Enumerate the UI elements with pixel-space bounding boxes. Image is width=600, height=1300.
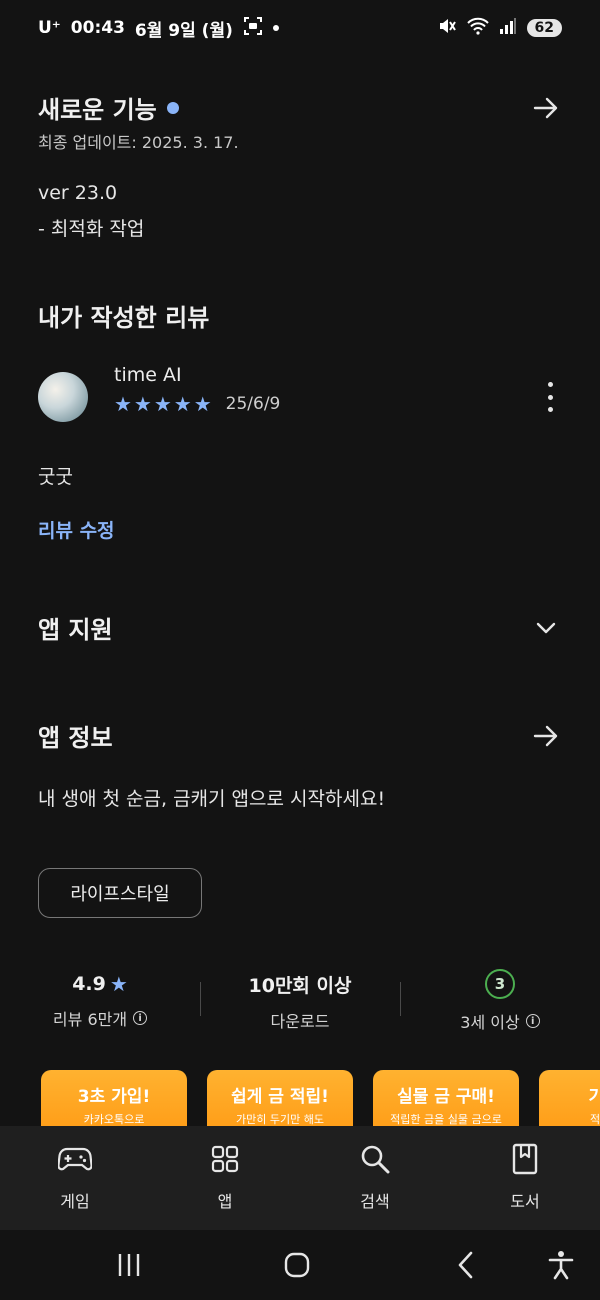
downloads-label: 다운로드 [270, 1011, 330, 1031]
whats-new-title: 새로운 기능 [38, 96, 157, 124]
arrow-right-icon [533, 725, 558, 746]
nav-tab-search[interactable]: 검색 [300, 1126, 450, 1230]
my-review-title: 내가 작성한 리뷰 [38, 304, 210, 332]
my-review-header: 내가 작성한 리뷰 [38, 298, 562, 333]
screenshot-title: 3초 가입! [77, 1087, 151, 1107]
signal-icon [499, 17, 517, 40]
age-rating-stat: 3 3세 이상 i [400, 966, 600, 1036]
whats-new-header[interactable]: 새로운 기능 [38, 90, 562, 125]
back-button[interactable] [449, 1248, 483, 1282]
bottom-navigation: 게임 앱 검색 도서 [0, 1126, 600, 1230]
accessibility-icon [548, 1251, 574, 1280]
star-rating: ★★★★★ [114, 392, 214, 416]
screenshot-card[interactable]: 기프티 적립한 금 [539, 1070, 600, 1126]
app-info-title: 앱 정보 [38, 724, 113, 752]
recent-apps-icon [118, 1254, 140, 1276]
screenshot-card[interactable]: 3초 가입! 카카오톡으로 [41, 1070, 187, 1126]
screenshot-subtitle: 카카오톡으로 [83, 1113, 145, 1126]
app-info-header[interactable]: 앱 정보 [38, 718, 562, 753]
new-badge-dot [166, 101, 179, 114]
reviewer-name: time AI [114, 364, 182, 386]
battery-indicator: 62 [526, 19, 562, 37]
nav-tab-books[interactable]: 도서 [450, 1126, 600, 1230]
nav-tab-apps[interactable]: 앱 [150, 1126, 300, 1230]
screenshot-subtitle: 가만히 두기만 해도 [236, 1113, 324, 1126]
status-bar: U⁺ 00:43 6월 9일 (월) 62 [0, 0, 600, 56]
edit-review-link[interactable]: 리뷰 수정 [38, 516, 115, 543]
apps-grid-icon [208, 1142, 242, 1176]
whats-new-arrow-button[interactable] [530, 92, 562, 124]
screenshot-subtitle: 적립한 금 [590, 1113, 600, 1126]
downloads-stat: 10만회 이상 다운로드 [200, 966, 400, 1036]
rating-stat: 4.9 ★ 리뷰 6만개 i [0, 966, 200, 1036]
star-icon: ★ [109, 972, 128, 996]
mute-icon [437, 16, 457, 41]
search-icon [358, 1142, 392, 1176]
info-icon[interactable]: i [525, 1014, 540, 1028]
arrow-right-icon [533, 97, 558, 118]
gamepad-icon [58, 1142, 92, 1176]
system-navigation-bar [0, 1230, 600, 1300]
status-time: 00:43 [70, 18, 125, 38]
info-icon[interactable]: i [133, 1011, 148, 1025]
nav-label-games: 게임 [60, 1192, 90, 1211]
screenshot-title: 실물 금 구매! [397, 1087, 495, 1107]
home-button[interactable] [280, 1248, 314, 1282]
chevron-down-icon [536, 622, 556, 633]
nav-tab-games[interactable]: 게임 [0, 1126, 150, 1230]
wifi-icon [466, 17, 489, 40]
nav-label-apps: 앱 [217, 1192, 233, 1211]
screenshot-title: 기프티 [588, 1087, 600, 1107]
home-icon [284, 1252, 310, 1278]
app-stats: 4.9 ★ 리뷰 6만개 i 10만회 이상 다운로드 3 3세 이상 i [0, 966, 600, 1036]
screenshot-card[interactable]: 실물 금 구매! 적립한 금을 실물 금으로 [373, 1070, 519, 1126]
app-support-expand-button[interactable] [530, 612, 562, 644]
release-note-text: - 최적화 작업 [38, 218, 145, 240]
carrier-label: U⁺ [38, 18, 61, 38]
last-updated-text: 최종 업데이트: 2025. 3. 17. [38, 133, 239, 152]
rating-value: 4.9 [72, 973, 106, 995]
screenshot-title: 쉽게 금 적립! [231, 1087, 329, 1107]
review-body: 굿굿 [38, 466, 73, 488]
version-text: ver 23.0 [38, 182, 118, 204]
screenshot-subtitle: 적립한 금을 실물 금으로 [390, 1113, 502, 1126]
app-info-arrow-button[interactable] [530, 720, 562, 752]
notification-dot-icon [272, 25, 279, 31]
age-rating-label: 3세 이상 [460, 1013, 520, 1032]
review-row: time AI ★★★★★ 25/6/9 [38, 360, 562, 440]
back-chevron-icon [458, 1251, 473, 1279]
review-date: 25/6/9 [225, 394, 281, 414]
age-rating-badge: 3 [485, 969, 515, 999]
category-chip[interactable]: 라이프스타일 [38, 868, 202, 918]
downloads-value: 10만회 이상 [248, 974, 352, 997]
status-date: 6월 9일 (월) [134, 20, 233, 41]
app-support-header[interactable]: 앱 지원 [38, 610, 562, 645]
avatar [38, 372, 88, 422]
accessibility-button[interactable] [544, 1248, 578, 1282]
app-support-title: 앱 지원 [38, 616, 113, 644]
book-icon [508, 1142, 542, 1176]
nav-label-search: 검색 [360, 1192, 390, 1211]
more-options-icon[interactable] [538, 382, 562, 412]
screenshot-icon [243, 16, 263, 41]
app-tagline: 내 생애 첫 순금, 금캐기 앱으로 시작하세요! [38, 788, 386, 810]
rating-count: 리뷰 6만개 [52, 1010, 128, 1029]
nav-label-books: 도서 [510, 1192, 540, 1211]
screenshot-card[interactable]: 쉽게 금 적립! 가만히 두기만 해도 [207, 1070, 353, 1126]
screenshot-carousel[interactable]: 3초 가입! 카카오톡으로 쉽게 금 적립! 가만히 두기만 해도 실물 금 구… [0, 1070, 600, 1126]
recent-apps-button[interactable] [112, 1248, 146, 1282]
